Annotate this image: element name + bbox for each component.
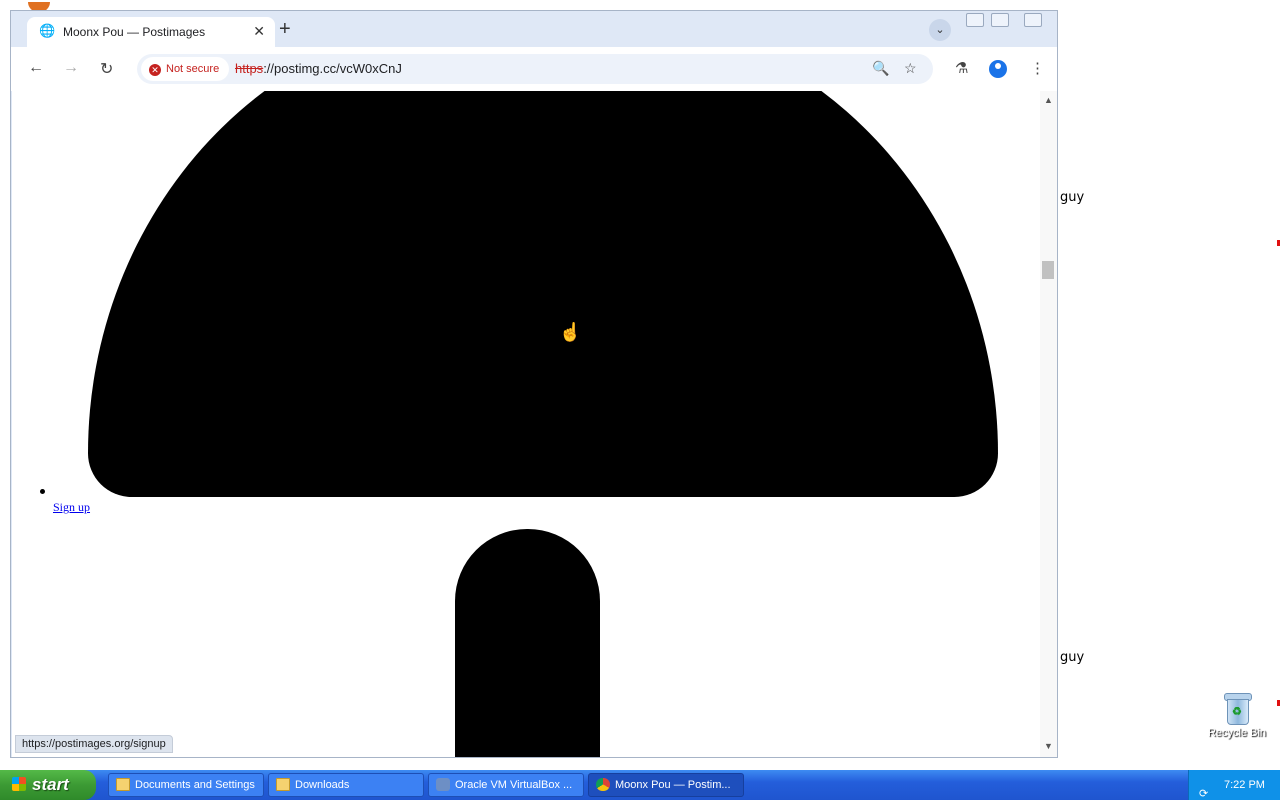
desktop-text-guy: guy	[1060, 190, 1085, 205]
recycle-bin-label: Recycle Bin	[1207, 727, 1267, 739]
tab-active[interactable]: 🌐 Moonx Pou — Postimages ✕	[27, 17, 275, 47]
network-icon[interactable]: ⟳	[1199, 779, 1208, 800]
reload-icon[interactable]: ↻	[100, 59, 113, 79]
url-rest: ://postimg.cc/vcW0xCnJ	[263, 61, 402, 76]
taskbar-item-label: Oracle VM VirtualBox ...	[455, 779, 573, 791]
labs-flask-icon[interactable]: ⚗	[955, 59, 968, 77]
taskbar-item-label: Moonx Pou — Postim...	[615, 779, 731, 791]
recycle-bin-icon: ♻	[1224, 693, 1252, 725]
taskbar-item-downloads[interactable]: Downloads	[268, 773, 424, 797]
taskbar-item-label: Downloads	[295, 779, 350, 791]
clock[interactable]: 7:22 PM	[1224, 770, 1265, 800]
mushroom-cap-image	[88, 91, 998, 497]
close-window-button[interactable]	[1024, 13, 1042, 27]
new-tab-button[interactable]: +	[279, 19, 291, 39]
taskbar-item-virtualbox[interactable]: Oracle VM VirtualBox ...	[428, 773, 584, 797]
windows-flag-icon	[12, 777, 26, 791]
tab-search-button[interactable]: ⌄	[929, 19, 951, 41]
menu-kebab-icon[interactable]: ⋮	[1030, 59, 1045, 77]
list-bullet	[40, 489, 45, 494]
taskbar: start Documents and Settings Downloads O…	[0, 770, 1280, 800]
hand-cursor-icon: ☝	[559, 322, 582, 342]
taskbar-item-documents[interactable]: Documents and Settings	[108, 773, 264, 797]
minimize-button[interactable]	[966, 13, 984, 27]
start-label: start	[32, 775, 69, 794]
mushroom-stem-image	[455, 529, 600, 757]
taskbar-item-browser[interactable]: Moonx Pou — Postim...	[588, 773, 744, 797]
sign-up-link[interactable]: Sign up	[53, 500, 90, 515]
globe-icon: 🌐	[39, 23, 56, 38]
status-bar-url: https://postimages.org/signup	[15, 735, 173, 753]
zoom-icon[interactable]: 🔍	[872, 60, 889, 77]
tab-title: Moonx Pou — Postimages	[63, 25, 206, 39]
folder-icon	[276, 778, 290, 791]
taskbar-item-label: Documents and Settings	[135, 779, 255, 791]
security-chip[interactable]: ✕ Not secure	[141, 57, 230, 81]
security-label: Not secure	[166, 63, 220, 75]
close-tab-icon[interactable]: ✕	[253, 23, 265, 40]
not-secure-icon: ✕	[149, 64, 161, 76]
browser-toolbar: ← → ↻ ✕ Not secure https://postimg.cc/vcW…	[11, 47, 1057, 91]
system-tray: ⟳ 7:22 PM	[1188, 770, 1280, 800]
forward-icon[interactable]: →	[63, 59, 79, 77]
virtualbox-icon	[436, 778, 450, 791]
start-button[interactable]: start	[0, 770, 96, 800]
url-text[interactable]: https://postimg.cc/vcW0xCnJ	[235, 61, 402, 76]
address-bar[interactable]: ✕ Not secure https://postimg.cc/vcW0xCnJ …	[137, 54, 933, 84]
recycle-bin[interactable]: ♻ Recycle Bin	[1207, 693, 1267, 739]
scroll-up-icon[interactable]: ▲	[1044, 95, 1053, 105]
bookmark-star-icon[interactable]: ☆	[904, 60, 917, 77]
profile-avatar-icon[interactable]	[989, 60, 1007, 78]
scrollbar-thumb[interactable]	[1042, 261, 1054, 279]
folder-icon	[116, 778, 130, 791]
chrome-icon	[596, 778, 610, 791]
browser-window: 🌐 Moonx Pou — Postimages ✕ + ⌄ ← → ↻ ✕ No…	[10, 10, 1058, 758]
tab-strip: 🌐 Moonx Pou — Postimages ✕ + ⌄	[11, 11, 1057, 47]
url-scheme: https	[235, 61, 264, 76]
scroll-down-icon[interactable]: ▼	[1044, 741, 1053, 751]
desktop-text-guy: guy	[1060, 650, 1085, 665]
page-content: Sign up https://postimages.org/signup	[12, 91, 1040, 757]
maximize-button[interactable]	[991, 13, 1009, 27]
back-icon[interactable]: ←	[28, 59, 44, 77]
vertical-scrollbar[interactable]: ▲ ▼	[1040, 91, 1057, 757]
